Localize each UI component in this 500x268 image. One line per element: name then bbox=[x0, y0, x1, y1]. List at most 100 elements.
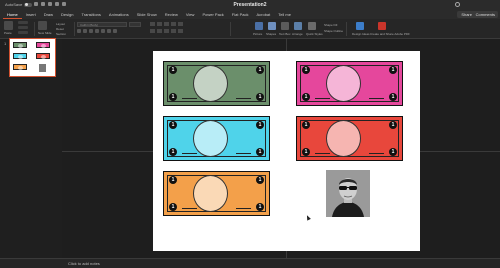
tab-transitions[interactable]: Transitions bbox=[77, 11, 104, 19]
format-painter-icon[interactable] bbox=[18, 31, 28, 34]
design-ideas-icon[interactable] bbox=[356, 22, 364, 30]
align-center-icon[interactable] bbox=[157, 29, 162, 33]
new-slide-button[interactable]: New Slide bbox=[38, 21, 52, 37]
shape-outline-button[interactable]: Shape Outline bbox=[324, 29, 343, 33]
superscript-icon[interactable] bbox=[107, 29, 111, 33]
tab-review[interactable]: Review bbox=[161, 11, 182, 19]
tab-flat-pack[interactable]: Flat Pack bbox=[228, 11, 253, 19]
corner-value: 1 bbox=[256, 176, 264, 184]
subscript-icon[interactable] bbox=[101, 29, 105, 33]
thumb-pink-bill bbox=[36, 42, 50, 48]
paste-icon bbox=[4, 21, 13, 30]
quick-styles-label: Quick Styles bbox=[306, 32, 323, 36]
corner-value: 1 bbox=[169, 203, 177, 211]
corner-value: 1 bbox=[256, 93, 264, 101]
tab-acrobat[interactable]: Acrobat bbox=[252, 11, 274, 19]
corner-value: 1 bbox=[302, 93, 310, 101]
format-row bbox=[77, 29, 117, 33]
ribbon-tabs: Home Insert Draw Design Transitions Anim… bbox=[0, 10, 500, 19]
tab-insert[interactable]: Insert bbox=[22, 11, 40, 19]
tab-power-pack[interactable]: Power Pack bbox=[198, 11, 227, 19]
quick-styles-icon[interactable] bbox=[308, 22, 316, 30]
reset-button[interactable]: Reset bbox=[56, 27, 66, 31]
shape-fill-button[interactable]: Shape Fill bbox=[324, 23, 337, 27]
shapes-label: Shapes bbox=[266, 32, 277, 36]
bill-line bbox=[182, 208, 197, 209]
font-size-dropdown[interactable] bbox=[129, 22, 141, 27]
corner-value: 1 bbox=[302, 148, 310, 156]
columns-icon[interactable] bbox=[178, 29, 183, 33]
picture-icon[interactable] bbox=[255, 22, 263, 30]
adobe-pdf-icon[interactable] bbox=[378, 22, 386, 30]
title-bar: AutoSave Presentation2 bbox=[0, 0, 500, 10]
create-share-label: Create and Share Adobe PDF bbox=[370, 32, 410, 36]
strikethrough-icon[interactable] bbox=[95, 29, 99, 33]
tab-design[interactable]: Design bbox=[57, 11, 77, 19]
shapes-icon[interactable] bbox=[268, 22, 276, 30]
font-name-dropdown[interactable]: Calibri (Body) bbox=[77, 22, 127, 27]
portrait-photo[interactable] bbox=[326, 170, 370, 217]
copy-icon[interactable] bbox=[18, 26, 28, 29]
pink-dollar-bill[interactable]: 1 1 1 1 bbox=[296, 61, 403, 106]
thumb-orange-bill bbox=[13, 64, 27, 70]
bill-line bbox=[236, 153, 251, 154]
numbering-icon[interactable] bbox=[157, 22, 162, 26]
align-right-icon[interactable] bbox=[164, 29, 169, 33]
paste-label: Paste bbox=[4, 31, 12, 35]
search-icon[interactable] bbox=[455, 2, 460, 7]
underline-icon[interactable] bbox=[89, 29, 93, 33]
layout-button[interactable]: Layout bbox=[56, 22, 66, 26]
section-button[interactable]: Section bbox=[56, 32, 66, 36]
green-dollar-bill[interactable]: 1 1 1 1 bbox=[163, 61, 270, 106]
text-box-icon[interactable] bbox=[281, 22, 289, 30]
increase-indent-icon[interactable] bbox=[171, 22, 176, 26]
justify-icon[interactable] bbox=[171, 29, 176, 33]
slide-thumbnail-1[interactable] bbox=[9, 38, 56, 77]
bill-line bbox=[182, 153, 197, 154]
divider bbox=[346, 22, 347, 36]
text-box-label: Text Box bbox=[279, 32, 291, 36]
bullets-icon[interactable] bbox=[150, 22, 155, 26]
portrait-oval bbox=[326, 65, 361, 102]
cut-icon[interactable] bbox=[18, 21, 28, 24]
arrange-label: Arrange bbox=[292, 32, 303, 36]
person-image bbox=[326, 170, 370, 217]
italic-icon[interactable] bbox=[83, 29, 87, 33]
cyan-dollar-bill[interactable]: 1 1 1 1 bbox=[163, 116, 270, 161]
corner-value: 1 bbox=[169, 121, 177, 129]
orange-dollar-bill[interactable]: 1 1 1 1 bbox=[163, 171, 270, 216]
font-color-icon[interactable] bbox=[113, 29, 117, 33]
tab-slide-show[interactable]: Slide Show bbox=[133, 11, 161, 19]
new-slide-icon bbox=[38, 21, 47, 30]
portrait-oval bbox=[193, 120, 228, 157]
decrease-indent-icon[interactable] bbox=[164, 22, 169, 26]
tab-view[interactable]: View bbox=[182, 11, 199, 19]
bill-line bbox=[182, 98, 197, 99]
tab-tell-me[interactable]: Tell me bbox=[274, 11, 295, 19]
corner-value: 1 bbox=[169, 148, 177, 156]
corner-value: 1 bbox=[302, 66, 310, 74]
red-dollar-bill[interactable]: 1 1 1 1 bbox=[296, 116, 403, 161]
portrait-oval bbox=[193, 175, 228, 212]
tab-draw[interactable]: Draw bbox=[40, 11, 57, 19]
line-spacing-icon[interactable] bbox=[178, 22, 183, 26]
tab-home[interactable]: Home bbox=[3, 11, 22, 19]
corner-value: 1 bbox=[389, 66, 397, 74]
bill-line bbox=[369, 153, 384, 154]
comments-button[interactable]: Comments bbox=[472, 11, 498, 18]
picture-label: Picture bbox=[253, 32, 263, 36]
tab-animations[interactable]: Animations bbox=[105, 11, 133, 19]
status-bar-left bbox=[0, 258, 62, 268]
align-left-icon[interactable] bbox=[150, 29, 155, 33]
bill-line bbox=[315, 98, 330, 99]
thumb-green-bill bbox=[13, 42, 27, 48]
arrange-icon[interactable] bbox=[294, 22, 302, 30]
corner-value: 1 bbox=[256, 66, 264, 74]
paste-button[interactable]: Paste bbox=[4, 21, 13, 37]
bold-icon[interactable] bbox=[77, 29, 81, 33]
corner-value: 1 bbox=[169, 66, 177, 74]
corner-value: 1 bbox=[389, 148, 397, 156]
notes-pane[interactable]: Click to add notes bbox=[62, 258, 500, 268]
new-slide-label: New Slide bbox=[38, 31, 52, 35]
portrait-oval bbox=[193, 65, 228, 102]
